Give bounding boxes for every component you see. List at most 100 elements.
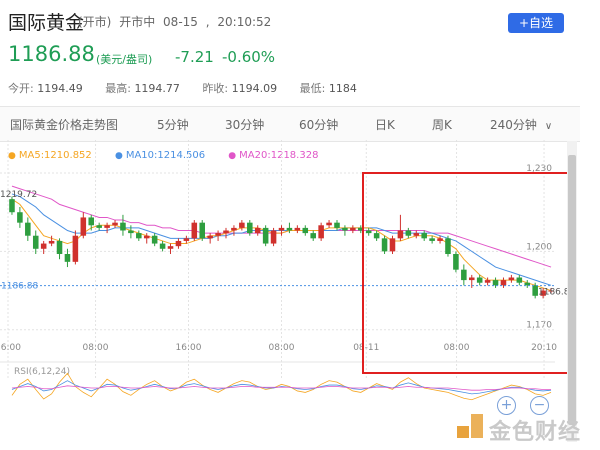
rsi-label: RSI(6,12,24)	[14, 367, 70, 377]
candle-body	[159, 243, 166, 249]
tab-60min[interactable]: 60分钟	[299, 116, 338, 133]
x-tick-label: 16:00	[176, 343, 202, 353]
y-tick-label: 1,170	[526, 321, 552, 331]
candle-body	[223, 230, 229, 234]
price-unit: (美元/盎司)	[96, 53, 153, 66]
candle-body	[167, 246, 174, 249]
status-separator: ,	[205, 15, 210, 29]
market-state: (开市)	[78, 15, 112, 29]
candle-body	[112, 222, 118, 226]
candle-body	[175, 240, 182, 247]
tab-240min-label: 240分钟	[490, 118, 537, 132]
candle-body	[9, 199, 15, 213]
candle-body	[468, 277, 475, 281]
candle-body	[484, 280, 491, 283]
candle-body	[310, 233, 316, 239]
ma10-line	[11, 193, 552, 286]
stat-prev-close: 昨收: 1194.09	[202, 82, 278, 95]
chart-scrollbar[interactable]	[567, 141, 577, 442]
candle-body	[270, 230, 277, 244]
candle-body	[500, 280, 507, 286]
candle-body	[64, 254, 71, 262]
candle-body	[524, 282, 531, 286]
candle-body	[461, 269, 467, 281]
last-price-label: 1186.8	[538, 288, 567, 298]
candle-body	[128, 230, 134, 234]
candle-body	[191, 222, 198, 239]
current-price: 1186.88	[8, 42, 95, 66]
status-date: 08-15	[163, 15, 198, 29]
candle-body	[294, 227, 301, 231]
tab-30min[interactable]: 30分钟	[225, 116, 264, 133]
candle-body	[373, 233, 380, 239]
logo-icon	[457, 414, 483, 438]
candle-body	[120, 222, 126, 231]
stat-high: 最高: 1194.77	[105, 82, 180, 95]
candle-body	[453, 254, 459, 270]
candle-body	[80, 217, 87, 236]
candle-body	[40, 243, 47, 249]
candle-body	[151, 235, 158, 244]
candle-body	[56, 240, 63, 254]
candle-body	[286, 227, 293, 231]
candle-body	[239, 222, 245, 228]
price-change: -7.21	[175, 48, 214, 66]
candle-body	[476, 277, 483, 283]
candle-body	[48, 240, 55, 244]
candle-body	[381, 238, 388, 252]
candle-body	[350, 227, 356, 231]
x-tick-label: 08-11	[353, 343, 379, 353]
candle-body	[413, 233, 420, 236]
candle-body	[199, 222, 205, 239]
candle-body	[17, 212, 23, 223]
candle-body	[318, 225, 324, 239]
x-tick-label: 08:00	[444, 343, 470, 353]
candle-body	[421, 233, 427, 239]
candle-body	[207, 235, 213, 239]
current-price-label: 1186.88	[1, 282, 38, 292]
stat-open: 今开: 1194.49	[8, 82, 83, 95]
candle-body	[278, 227, 285, 231]
x-tick-label: 16:00	[0, 343, 21, 353]
tab-5min[interactable]: 5分钟	[157, 116, 189, 133]
candle-body	[302, 227, 309, 234]
candle-body	[492, 280, 499, 286]
candle-body	[445, 238, 451, 254]
candle-body	[72, 235, 79, 262]
left-price-label: 1219.72	[0, 190, 37, 200]
candle-body	[143, 235, 150, 239]
quote-header: 国际黄金 (开市) 开市中 08-15 , 20:10:52 +自选 1186.…	[0, 0, 580, 104]
candle-body	[25, 222, 31, 236]
chart-period-tabs: 国际黄金价格走势图 5分钟 30分钟 60分钟 日K 周K 240分钟 ∨	[0, 106, 580, 142]
price-chart[interactable]: 1,2301,2001,17016:0008:0016:0008:0008-11…	[0, 140, 567, 446]
x-tick-label: 08:00	[269, 343, 295, 353]
candle-body	[104, 225, 110, 228]
candle-body	[437, 238, 443, 241]
status-label: 开市中	[119, 15, 156, 29]
candle-body	[365, 230, 372, 234]
y-tick-label: 1,200	[526, 242, 552, 252]
candle-body	[397, 230, 404, 239]
tab-weekly-k[interactable]: 周K	[432, 116, 452, 133]
candle-body	[334, 222, 340, 228]
watermark: 金色财经	[455, 410, 595, 445]
candle-body	[262, 227, 269, 244]
candle-body	[247, 222, 253, 234]
candle-body	[508, 277, 515, 281]
candle-body	[326, 222, 332, 226]
add-to-watchlist-button[interactable]: +自选	[508, 13, 564, 33]
status-time: 20:10:52	[217, 15, 272, 29]
tab-daily-k[interactable]: 日K	[375, 116, 395, 133]
candle-body	[231, 227, 237, 231]
x-tick-label: 08:00	[83, 343, 109, 353]
stat-low: 最低: 1184	[299, 82, 357, 95]
tab-240min[interactable]: 240分钟 ∨	[490, 116, 552, 133]
tab-price-chart[interactable]: 国际黄金价格走势图	[10, 116, 118, 133]
candle-body	[32, 235, 39, 249]
price-change-percent: -0.60%	[222, 48, 276, 66]
page-title: 国际黄金	[8, 12, 85, 34]
candle-body	[96, 225, 102, 228]
watermark-text: 金色财经	[489, 420, 582, 445]
chevron-down-icon: ∨	[544, 121, 553, 132]
scrollbar-thumb[interactable]	[568, 155, 576, 425]
